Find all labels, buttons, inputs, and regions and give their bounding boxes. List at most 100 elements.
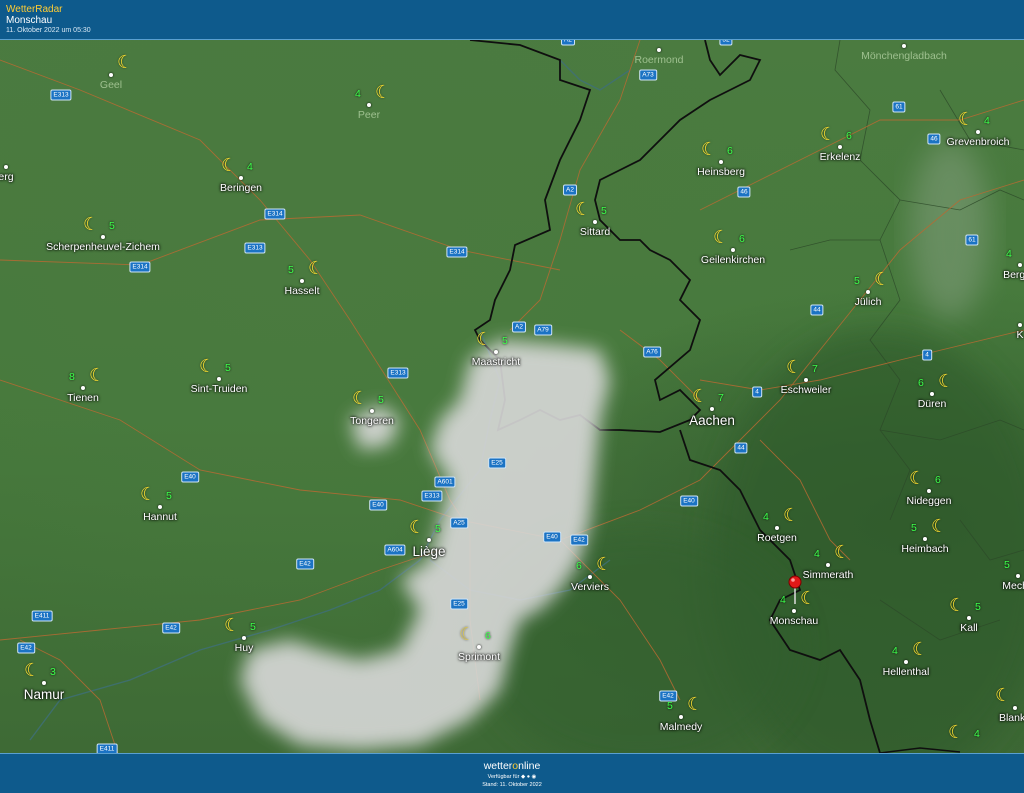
city-label-monchengladbach[interactable]: Mönchengladbach bbox=[861, 50, 947, 62]
city-label-heinsberg[interactable]: Heinsberg bbox=[697, 166, 745, 178]
city-dot-aachen[interactable] bbox=[710, 407, 714, 411]
city-label-verviers[interactable]: Verviers bbox=[571, 581, 609, 593]
city-label-roetgen[interactable]: Roetgen bbox=[757, 532, 797, 544]
city-label-maastricht[interactable]: Maastricht bbox=[472, 356, 520, 368]
city-dot-sprimont[interactable] bbox=[477, 645, 481, 649]
temperature-tongeren: 5 bbox=[378, 394, 384, 406]
city-label-heimbach[interactable]: Heimbach bbox=[901, 543, 948, 555]
city-label-sprimont[interactable]: Sprimont bbox=[458, 651, 500, 663]
city-dot-peer[interactable] bbox=[367, 103, 371, 107]
radar-map[interactable]: Geel ☾ Peer ☾ 4 erg Beringen ☾ 4 Scherpenheuvel-Z… bbox=[0, 40, 1024, 753]
city-dot-hasselt[interactable] bbox=[300, 279, 304, 283]
road-shield-n61b: 61 bbox=[965, 234, 979, 246]
city-dot-scherpenheuvel[interactable] bbox=[101, 235, 105, 239]
city-label-hasselt[interactable]: Hasselt bbox=[284, 285, 319, 297]
city-dot-monchengladbach[interactable] bbox=[902, 44, 906, 48]
city-dot-roermond[interactable] bbox=[657, 48, 661, 52]
city-dot-roetgen[interactable] bbox=[775, 526, 779, 530]
city-label-geel[interactable]: Geel bbox=[100, 79, 122, 91]
city-dot-sint-truiden[interactable] bbox=[217, 377, 221, 381]
city-dot-nideggen[interactable] bbox=[927, 489, 931, 493]
stand-date: Stand: 11. Oktober 2022 bbox=[482, 782, 542, 788]
city-label-kall[interactable]: Kall bbox=[960, 622, 978, 634]
temperature-nideggen: 6 bbox=[935, 474, 941, 486]
city-dot-maastricht[interactable] bbox=[494, 350, 498, 354]
city-dot-malmedy[interactable] bbox=[679, 715, 683, 719]
city-label-tienen[interactable]: Tienen bbox=[67, 392, 99, 404]
city-dot-julich[interactable] bbox=[866, 290, 870, 294]
road-shield-e411a: E411 bbox=[31, 610, 53, 622]
temperature-sint-truiden: 5 bbox=[225, 362, 231, 374]
city-dot-heimbach[interactable] bbox=[923, 537, 927, 541]
moon-icon: ☾ bbox=[800, 588, 817, 608]
city-label-scherpenheuvel[interactable]: Scherpenheuvel-Zichem bbox=[46, 241, 160, 253]
city-dot-berg[interactable] bbox=[4, 165, 8, 169]
city-dot-tienen[interactable] bbox=[81, 386, 85, 390]
city-label-mechernich[interactable]: Meche bbox=[1002, 580, 1024, 592]
moon-icon: ☾ bbox=[224, 615, 241, 635]
city-label-huy[interactable]: Huy bbox=[235, 642, 254, 654]
city-dot-bergheim[interactable] bbox=[1018, 263, 1022, 267]
city-dot-heinsberg[interactable] bbox=[719, 160, 723, 164]
city-label-hannut[interactable]: Hannut bbox=[143, 511, 177, 523]
city-label-peer[interactable]: Peer bbox=[358, 109, 380, 121]
city-label-grevenbroich[interactable]: Grevenbroich bbox=[946, 136, 1009, 148]
city-dot-mechernich[interactable] bbox=[1016, 574, 1020, 578]
road-shield-e42c: E42 bbox=[162, 622, 180, 634]
header-bar: WetterRadar Monschau 11. Oktober 2022 um… bbox=[0, 0, 1024, 40]
city-label-roermond[interactable]: Roermond bbox=[634, 54, 683, 66]
city-label-malmedy[interactable]: Malmedy bbox=[660, 721, 703, 733]
city-dot-kall[interactable] bbox=[967, 616, 971, 620]
city-label-sint-truiden[interactable]: Sint-Truiden bbox=[191, 383, 248, 395]
city-label-kerpen[interactable]: K bbox=[1016, 329, 1023, 341]
city-label-tongeren[interactable]: Tongeren bbox=[350, 415, 394, 427]
moon-icon: ☾ bbox=[783, 505, 800, 525]
city-dot-beringen[interactable] bbox=[239, 176, 243, 180]
road-shield-a2a: A2 bbox=[563, 184, 577, 196]
city-dot-duren[interactable] bbox=[930, 392, 934, 396]
city-dot-namur[interactable] bbox=[42, 681, 46, 685]
city-dot-geel[interactable] bbox=[109, 73, 113, 77]
city-dot-erkelenz[interactable] bbox=[838, 145, 842, 149]
road-shield-e25a: E25 bbox=[488, 457, 506, 469]
city-label-geilenkirchen[interactable]: Geilenkirchen bbox=[701, 254, 765, 266]
city-dot-tongeren[interactable] bbox=[370, 409, 374, 413]
city-label-berg[interactable]: erg bbox=[0, 171, 14, 183]
road-shield-n4b: 4 bbox=[752, 386, 762, 398]
city-label-bergheim[interactable]: Berghe bbox=[1003, 269, 1024, 281]
wetteronline-logo[interactable]: wetteronline bbox=[0, 760, 1024, 772]
city-label-beringen[interactable]: Beringen bbox=[220, 182, 262, 194]
city-label-erkelenz[interactable]: Erkelenz bbox=[820, 151, 861, 163]
city-dot-geilenkirchen[interactable] bbox=[731, 248, 735, 252]
city-dot-grevenbroich[interactable] bbox=[976, 130, 980, 134]
temperature-malmedy: 5 bbox=[667, 700, 673, 712]
city-label-monschau[interactable]: Monschau bbox=[770, 615, 818, 627]
road-shield-e42e: E42 bbox=[659, 690, 677, 702]
logo-text-2: nline bbox=[518, 760, 541, 772]
city-label-julich[interactable]: Jülich bbox=[855, 296, 882, 308]
city-label-nideggen[interactable]: Nideggen bbox=[907, 495, 952, 507]
city-label-eschweiler[interactable]: Eschweiler bbox=[781, 384, 832, 396]
city-label-hellenthal[interactable]: Hellenthal bbox=[883, 666, 930, 678]
moon-icon: ☾ bbox=[692, 386, 709, 406]
road-shield-e314a: E314 bbox=[264, 208, 286, 220]
city-label-namur[interactable]: Namur bbox=[24, 687, 65, 702]
city-dot-huy[interactable] bbox=[242, 636, 246, 640]
city-label-simmerath[interactable]: Simmerath bbox=[803, 569, 854, 581]
city-label-sittard[interactable]: Sittard bbox=[580, 226, 610, 238]
city-label-liege[interactable]: Liège bbox=[412, 544, 445, 559]
city-dot-hannut[interactable] bbox=[158, 505, 162, 509]
city-label-blankenheim[interactable]: Blanke bbox=[999, 712, 1024, 724]
city-dot-verviers[interactable] bbox=[588, 575, 592, 579]
city-dot-monschau[interactable] bbox=[792, 609, 796, 613]
city-dot-blankenheim[interactable] bbox=[1013, 706, 1017, 710]
city-dot-hellenthal[interactable] bbox=[904, 660, 908, 664]
temperature-verviers: 6 bbox=[576, 560, 582, 572]
city-dot-simmerath[interactable] bbox=[826, 563, 830, 567]
city-label-duren[interactable]: Düren bbox=[918, 398, 947, 410]
city-dot-sittard[interactable] bbox=[593, 220, 597, 224]
city-label-aachen[interactable]: Aachen bbox=[689, 413, 735, 428]
city-dot-liege[interactable] bbox=[427, 538, 431, 542]
city-dot-kerpen[interactable] bbox=[1018, 323, 1022, 327]
city-dot-eschweiler[interactable] bbox=[804, 378, 808, 382]
